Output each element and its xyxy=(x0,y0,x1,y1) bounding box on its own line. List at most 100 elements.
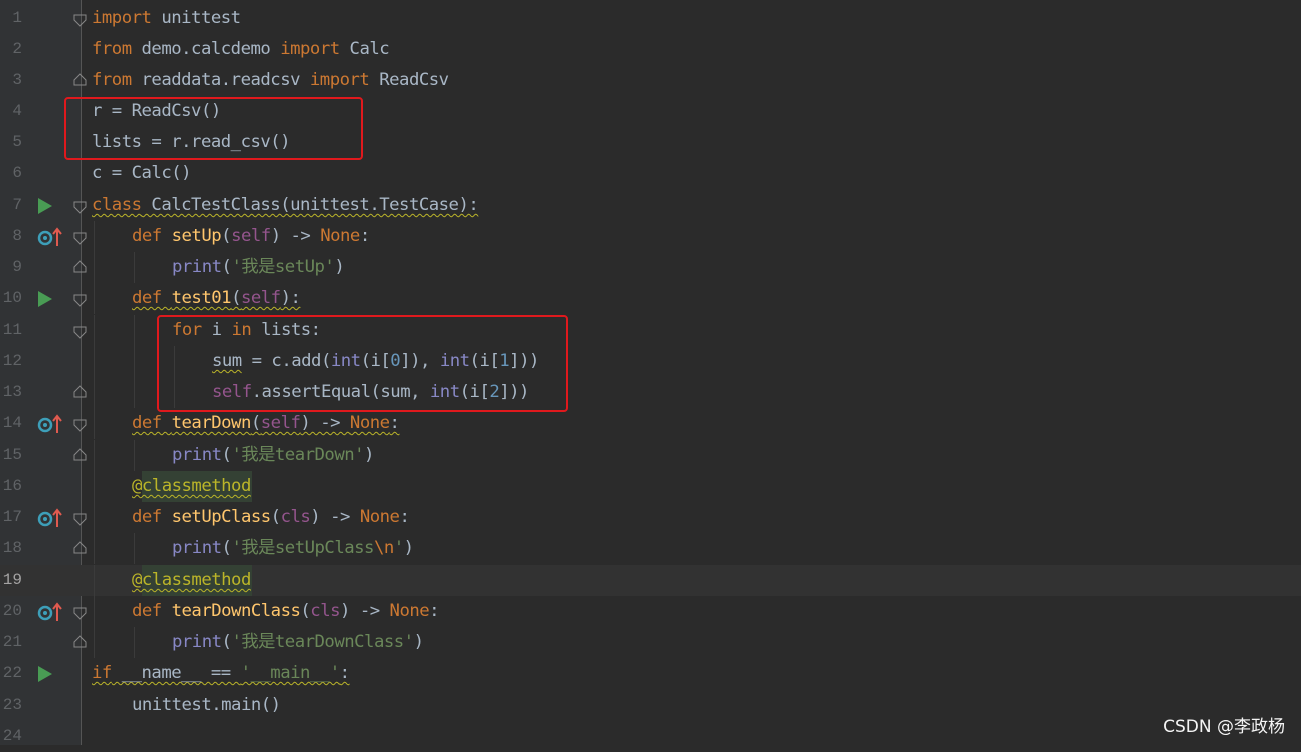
fold-end-icon[interactable] xyxy=(73,71,87,90)
code-line[interactable]: 7 class CalcTestClass(unittest.TestCase)… xyxy=(0,190,1301,221)
code-line[interactable]: 6 c = Calc() xyxy=(0,158,1301,189)
line-number: 15 xyxy=(2,446,22,464)
code-text: def test01(self): xyxy=(132,288,301,308)
indent-guide xyxy=(94,596,95,627)
code-line[interactable]: 13 self.assertEqual(sum, int(i[2])) xyxy=(0,377,1301,408)
line-number: 24 xyxy=(2,727,22,745)
code-line[interactable]: 15 print('我是tearDown') xyxy=(0,440,1301,471)
code-line[interactable]: 16 @classmethod xyxy=(0,471,1301,502)
fold-start-icon[interactable] xyxy=(73,511,87,530)
indent-guide xyxy=(94,283,95,314)
fold-start-icon[interactable] xyxy=(73,417,87,436)
code-text: c = Calc() xyxy=(92,163,192,183)
fold-end-icon[interactable] xyxy=(73,383,87,402)
code-line[interactable]: 20 def tearDownClass(cls) -> None: xyxy=(0,596,1301,627)
code-text: def setUp(self) -> None: xyxy=(132,226,370,246)
line-number: 5 xyxy=(12,133,22,151)
indent-guide xyxy=(94,627,95,658)
code-text: @classmethod xyxy=(132,476,251,496)
fold-start-icon[interactable] xyxy=(73,605,87,624)
code-line[interactable]: 5 lists = r.read_csv() xyxy=(0,127,1301,158)
code-line[interactable]: 17 def setUpClass(cls) -> None: xyxy=(0,502,1301,533)
run-triangle-icon[interactable] xyxy=(37,190,53,221)
code-text: if __name__ == '__main__': xyxy=(92,663,350,683)
code-line[interactable]: 21 print('我是tearDownClass') xyxy=(0,627,1301,658)
indent-guide xyxy=(134,440,135,471)
code-line[interactable]: 10 def test01(self): xyxy=(0,283,1301,314)
indent-guide xyxy=(94,315,95,346)
code-text: class CalcTestClass(unittest.TestCase): xyxy=(92,195,479,215)
code-line[interactable]: 4 r = ReadCsv() xyxy=(0,96,1301,127)
override-up-arrow-icon[interactable] xyxy=(37,596,63,627)
code-text: unittest.main() xyxy=(132,695,281,715)
override-up-arrow-icon[interactable] xyxy=(37,408,63,439)
indent-guide xyxy=(134,346,135,377)
code-text: sum = c.add(int(i[0]), int(i[1])) xyxy=(212,351,539,371)
code-line[interactable]: 23 unittest.main() xyxy=(0,690,1301,721)
line-number: 14 xyxy=(2,414,22,432)
indent-guide xyxy=(94,533,95,564)
code-text: print('我是setUp') xyxy=(172,257,345,277)
fold-start-icon[interactable] xyxy=(73,230,87,249)
code-line[interactable]: 1 import unittest xyxy=(0,3,1301,34)
code-line[interactable]: 18 print('我是setUpClass\n') xyxy=(0,533,1301,564)
indent-guide xyxy=(94,565,95,596)
line-number: 1 xyxy=(12,9,22,27)
indent-guide xyxy=(94,502,95,533)
line-number: 16 xyxy=(2,477,22,495)
code-text: lists = r.read_csv() xyxy=(92,132,291,152)
line-number: 21 xyxy=(2,633,22,651)
override-up-arrow-icon[interactable] xyxy=(37,221,63,252)
indent-guide xyxy=(174,346,175,377)
code-text: import unittest xyxy=(92,8,241,28)
indent-guide xyxy=(94,408,95,439)
indent-guide xyxy=(134,377,135,408)
code-line[interactable]: 14 def tearDown(self) -> None: xyxy=(0,408,1301,439)
line-number: 13 xyxy=(2,383,22,401)
indent-guide xyxy=(174,377,175,408)
code-text: from demo.calcdemo import Calc xyxy=(92,39,390,59)
code-text: r = ReadCsv() xyxy=(92,101,221,121)
code-line[interactable]: 3 from readdata.readcsv import ReadCsv xyxy=(0,65,1301,96)
fold-start-icon[interactable] xyxy=(73,292,87,311)
line-number: 3 xyxy=(12,71,22,89)
line-number: 4 xyxy=(12,102,22,120)
override-up-arrow-icon[interactable] xyxy=(37,502,63,533)
code-text: print('我是setUpClass\n') xyxy=(172,538,414,558)
indent-guide xyxy=(94,377,95,408)
line-number: 11 xyxy=(2,321,22,339)
line-number: 20 xyxy=(2,602,22,620)
code-text: def tearDown(self) -> None: xyxy=(132,413,400,433)
code-line[interactable]: 22 if __name__ == '__main__': xyxy=(0,658,1301,689)
code-line[interactable]: 2 from demo.calcdemo import Calc xyxy=(0,34,1301,65)
indent-guide xyxy=(94,346,95,377)
fold-start-icon[interactable] xyxy=(73,324,87,343)
fold-end-icon[interactable] xyxy=(73,633,87,652)
code-line[interactable]: 9 print('我是setUp') xyxy=(0,252,1301,283)
fold-end-icon[interactable] xyxy=(73,539,87,558)
indent-guide xyxy=(134,533,135,564)
code-line[interactable]: 12 sum = c.add(int(i[0]), int(i[1])) xyxy=(0,346,1301,377)
line-number: 12 xyxy=(2,352,22,370)
code-text: def tearDownClass(cls) -> None: xyxy=(132,601,440,621)
line-number: 8 xyxy=(12,227,22,245)
indent-guide xyxy=(94,440,95,471)
line-number: 2 xyxy=(12,40,22,58)
code-line[interactable]: 11 for i in lists: xyxy=(0,315,1301,346)
indent-guide xyxy=(94,221,95,252)
indent-guide xyxy=(94,252,95,283)
run-triangle-icon[interactable] xyxy=(37,283,53,314)
code-text: self.assertEqual(sum, int(i[2])) xyxy=(212,382,529,402)
fold-start-icon[interactable] xyxy=(73,199,87,218)
code-line[interactable]: 24 xyxy=(0,721,1301,752)
code-line-current[interactable]: 19 @classmethod xyxy=(0,565,1301,596)
fold-end-icon[interactable] xyxy=(73,258,87,277)
fold-end-icon[interactable] xyxy=(73,446,87,465)
code-editor[interactable]: 1 import unittest 2 from demo.calcdemo i… xyxy=(0,0,1301,745)
line-number: 23 xyxy=(2,696,22,714)
fold-start-icon[interactable] xyxy=(73,12,87,31)
line-number: 9 xyxy=(12,258,22,276)
indent-guide xyxy=(134,252,135,283)
run-triangle-icon[interactable] xyxy=(37,658,53,689)
code-line[interactable]: 8 def setUp(self) -> None: xyxy=(0,221,1301,252)
